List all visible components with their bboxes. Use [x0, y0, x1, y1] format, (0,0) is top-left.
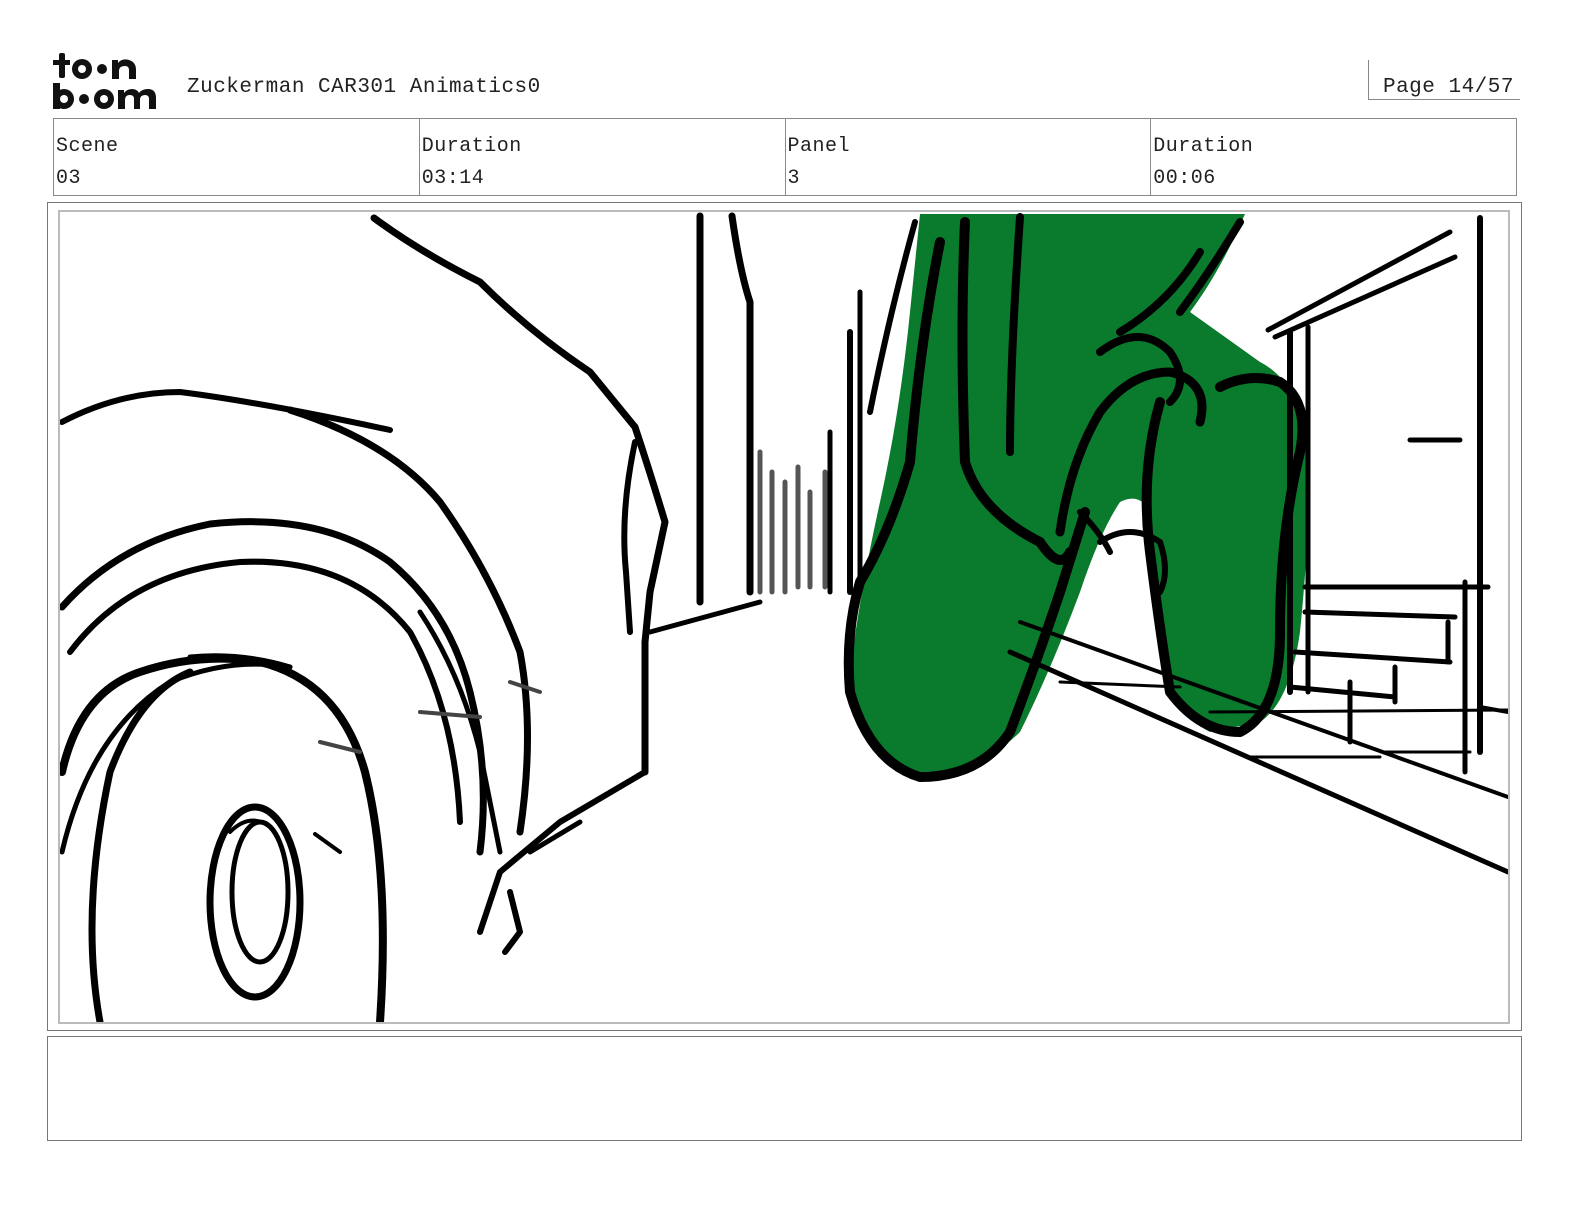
scene-duration-value: 03:14: [421, 167, 485, 190]
scene-value: 03: [56, 167, 82, 190]
panel-value: 3: [787, 167, 801, 190]
panel-notes-box: [47, 1036, 1522, 1141]
document-title: Zuckerman CAR301 Animatics0: [187, 76, 541, 99]
panel-cell: Panel 3: [786, 119, 1152, 195]
panel-duration-value: 00:06: [1153, 167, 1216, 190]
scene-cell: Scene 03: [54, 119, 420, 195]
toon-boom-logo: [53, 53, 156, 109]
scene-info-table: Scene 03 Duration 03:14 Panel 3 Duration…: [53, 118, 1517, 196]
storyboard-panel: [58, 210, 1510, 1024]
storyboard-sketch: [60, 212, 1508, 1022]
page-number: Page 14/57: [1382, 76, 1514, 99]
scene-duration-cell: Duration 03:14: [420, 119, 786, 195]
panel-duration-cell: Duration 00:06: [1151, 119, 1516, 195]
scene-label: Scene: [56, 135, 119, 158]
panel-label: Panel: [787, 135, 851, 158]
scene-duration-label: Duration: [421, 135, 522, 158]
panel-duration-label: Duration: [1153, 135, 1254, 158]
page-indicator: Page 14/57: [1368, 60, 1520, 100]
